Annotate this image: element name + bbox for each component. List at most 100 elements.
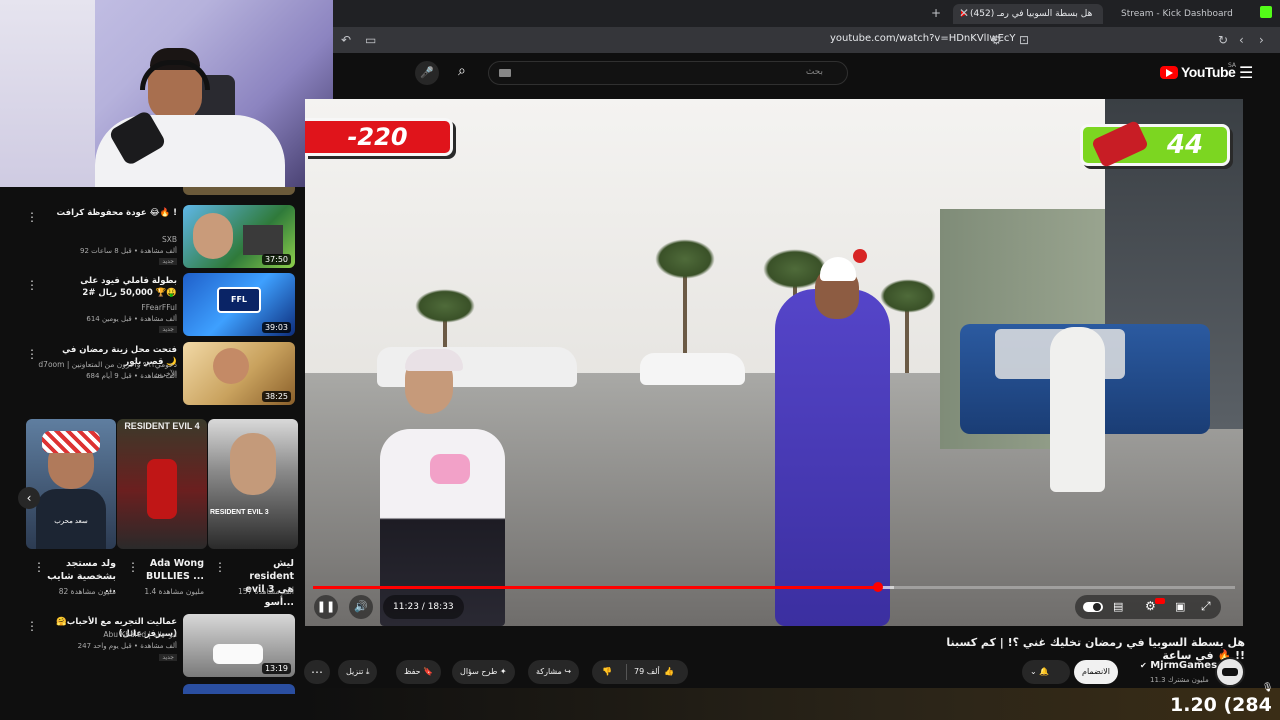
more-options-icon[interactable]: ⋮ xyxy=(26,620,38,632)
nav-back-icon[interactable]: ‹ xyxy=(1239,33,1244,47)
more-options-icon[interactable]: ⋮ xyxy=(26,279,38,291)
short-thumbnail[interactable]: RESIDENT EVIL 3 xyxy=(208,419,298,549)
search-icon[interactable]: ⌕ xyxy=(458,63,466,79)
more-options-icon[interactable]: ⋮ xyxy=(214,561,226,573)
rec-title[interactable]: عودة محفوظة كرافت 😂🔥 ! xyxy=(45,207,177,219)
back-arrow-icon[interactable]: ↶ xyxy=(341,33,351,47)
streamer-webcam xyxy=(0,0,333,187)
youtube-logo-icon[interactable] xyxy=(1160,66,1178,79)
rec-meta: 684 ألف مشاهدة • قبل 9 أيام xyxy=(86,372,177,380)
fullscreen-icon[interactable]: ⤢ xyxy=(1201,599,1211,614)
time-separator: / xyxy=(418,602,428,612)
more-actions-button[interactable]: ⋯ xyxy=(304,660,330,684)
autoplay-toggle[interactable] xyxy=(1083,602,1103,612)
rec-thumbnail[interactable]: 37:50 xyxy=(183,205,295,268)
list-item[interactable]: ⋮ عمالیت التجربه مع الأحباب🤗(سيرفر عائل)… xyxy=(0,614,305,680)
partial-thumbnail xyxy=(183,187,295,195)
list-item[interactable]: ⋮ عودة محفوظة كرافت 😂🔥 ! SXB 92 ألف مشاه… xyxy=(0,205,305,271)
ffl-feud-logo: FFL xyxy=(217,287,261,313)
menu-icon[interactable]: ☰ xyxy=(1239,63,1253,82)
chevron-down-icon: ⌄ xyxy=(1030,667,1037,676)
search-input[interactable]: بحث xyxy=(488,61,848,85)
channel-name[interactable]: ✔ MjrmGames xyxy=(1140,660,1217,671)
short-thumbnail[interactable]: RESIDENT EVIL 4 xyxy=(117,419,207,549)
save-button[interactable]: حفظ 🔖 xyxy=(396,660,442,684)
subscriber-count: 11.3 مليون مشترك xyxy=(1150,676,1209,684)
short-views: 82 مليون مشاهدة xyxy=(58,587,116,596)
rec-channel[interactable]: Abu Khaled | ابو خالد xyxy=(103,630,177,639)
screen-icon[interactable]: ▭ xyxy=(365,33,376,47)
new-tab-icon[interactable]: + xyxy=(931,6,941,20)
join-button[interactable]: الانضمام xyxy=(1074,660,1118,684)
save-label: حفظ xyxy=(404,667,421,676)
progress-played xyxy=(313,586,879,589)
mic-overlay-icon: 🎙 xyxy=(1262,683,1274,693)
sparkle-icon: ✦ xyxy=(499,667,507,676)
dislike-icon[interactable]: 👎 xyxy=(602,660,612,684)
close-tab-icon[interactable]: ✕ xyxy=(959,6,969,20)
bell-icon: 🔔 xyxy=(1039,667,1050,676)
list-item[interactable]: ⋮ فتحت محل زينة رمضان في قصر بلور 🌙 d7oo… xyxy=(0,342,305,408)
youtube-header: 🎤 ⌕ بحث YouTube SA ☰ xyxy=(333,53,1280,93)
tab-label: (452) هل بسطة السوبيا في رمـ xyxy=(970,9,1093,19)
duration-badge: 13:19 xyxy=(261,663,291,674)
short-caption: RESIDENT EVIL 4 xyxy=(124,421,200,431)
reload-icon[interactable]: ↻ xyxy=(1218,33,1228,47)
tab-kick-dashboard[interactable]: Stream - Kick Dashboard xyxy=(1113,4,1241,24)
more-options-icon[interactable]: ⋮ xyxy=(127,561,139,573)
short-title[interactable]: Ada Wong BULLIES ... xyxy=(140,557,204,583)
download-icon: ⤓ xyxy=(365,667,370,676)
new-badge: جديد xyxy=(159,258,177,265)
bookmark-icon[interactable]: ⊡ xyxy=(1019,33,1029,47)
url-text[interactable]: youtube.com/watch?v=HDnKVlIwEcY xyxy=(830,33,1016,44)
recommendations-sidebar: ⋮ عودة محفوظة كرافت 😂🔥 ! SXB 92 ألف مشاه… xyxy=(0,187,305,720)
share-button[interactable]: مشاركة ↪ xyxy=(528,660,580,684)
rec-channel[interactable]: SXB xyxy=(162,235,177,244)
pause-button[interactable]: ❚❚ xyxy=(314,595,338,619)
like-icon[interactable]: 👍 xyxy=(664,660,674,684)
like-count[interactable]: 79 ألف xyxy=(634,660,660,684)
site-settings-icon[interactable]: ⚙ xyxy=(991,33,1002,47)
more-options-icon[interactable]: ⋮ xyxy=(26,211,38,223)
rec-thumbnail[interactable]: 13:19 xyxy=(183,614,295,677)
subtitles-icon[interactable]: ▤ xyxy=(1113,600,1123,613)
volume-button[interactable]: 🔊 xyxy=(349,595,373,619)
rec-thumbnail[interactable]: FFL 39:03 xyxy=(183,273,295,336)
microphone-icon[interactable]: 🎤 xyxy=(415,61,439,85)
bookmark-save-icon: 🔖 xyxy=(423,667,434,676)
progress-bar[interactable] xyxy=(313,582,1235,592)
kick-icon xyxy=(1260,6,1272,18)
tab-youtube-video[interactable]: ▶ (452) هل بسطة السوبيا في رمـ xyxy=(953,4,1103,24)
short-title[interactable]: ليش resident evil 3 هي أسو... xyxy=(228,557,294,609)
rec-title[interactable]: بطولة فاملي فيود على 50,000 ريال #2 🏆🤑 xyxy=(45,275,177,299)
miniplayer-icon[interactable]: ▣ xyxy=(1175,600,1185,613)
more-options-icon[interactable]: ⋮ xyxy=(26,348,38,360)
more-options-icon[interactable]: ⋮ xyxy=(33,561,45,573)
short-caption: RESIDENT EVIL 3 xyxy=(210,509,269,516)
short-views: 1.4 مليون مشاهدة xyxy=(144,587,204,596)
shorts-prev-button[interactable]: ‹ xyxy=(18,487,40,509)
new-badge: جديد xyxy=(159,654,177,661)
list-item[interactable]: ⋮ بطولة فاملي فيود على 50,000 ريال #2 🏆🤑… xyxy=(0,273,305,339)
subscription-bell-button[interactable]: ⌄ 🔔 xyxy=(1022,660,1070,684)
video-player[interactable]: -220 44 ❚❚ 🔊 11:23 / 18:33 ▤ ⚙ ▣ ⤢ xyxy=(305,99,1243,626)
rec-thumbnail[interactable]: 38:25 xyxy=(183,342,295,405)
time-display: 11:23 / 18:33 xyxy=(383,595,464,619)
ask-label: طرح سؤال xyxy=(460,667,498,676)
address-bar: ↶ ▭ youtube.com/watch?v=HDnKVlIwEcY ⚙ ⊡ … xyxy=(333,27,1280,53)
rec-meta: 614 ألف مشاهدة • قبل يومين xyxy=(86,315,177,323)
nav-forward-icon[interactable]: › xyxy=(1259,33,1264,47)
region-code: SA xyxy=(1228,62,1237,69)
keyboard-icon[interactable] xyxy=(499,69,511,77)
download-button[interactable]: تنزيل ⤓ xyxy=(338,660,378,684)
ask-button[interactable]: طرح سؤال ✦ xyxy=(452,660,515,684)
share-label: مشاركة xyxy=(536,667,562,676)
total-duration: 18:33 xyxy=(427,602,454,612)
rec-channel[interactable]: FFearFFul xyxy=(141,303,177,312)
like-dislike-group: 👎 79 ألف 👍 xyxy=(592,660,688,684)
channel-avatar[interactable] xyxy=(1215,657,1245,687)
short-caption: سعد محرب xyxy=(54,518,88,525)
short-thumbnail[interactable]: سعد محرب xyxy=(26,419,116,549)
video-title: هل بسطة السوبيا في رمضان تخليك غني ؟! | … xyxy=(946,636,1245,662)
right-controls: ▤ ⚙ ▣ ⤢ xyxy=(1075,595,1221,619)
